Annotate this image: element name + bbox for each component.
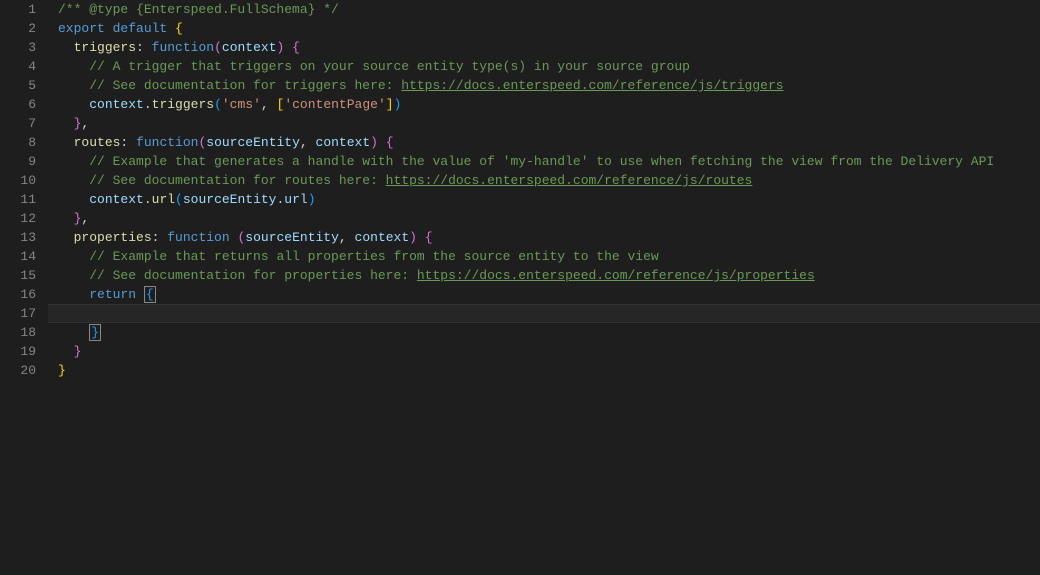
url-property: url <box>284 192 307 207</box>
routes-example-comment: // Example that generates a handle with … <box>89 154 994 169</box>
code-content[interactable]: /** @type {Enterspeed.FullSchema} */ exp… <box>48 0 1040 575</box>
default-keyword: default <box>113 21 168 36</box>
line-number: 19 <box>8 342 36 361</box>
line-number-gutter: 1 2 3 4 5 6 7 8 9 10 11 12 13 14 15 16 1… <box>0 0 48 575</box>
code-editor[interactable]: 1 2 3 4 5 6 7 8 9 10 11 12 13 14 15 16 1… <box>0 0 1040 575</box>
code-line-3[interactable]: triggers: function(context) { <box>48 38 1040 57</box>
code-line-10[interactable]: // See documentation for routes here: ht… <box>48 171 1040 190</box>
code-line-4[interactable]: // A trigger that triggers on your sourc… <box>48 57 1040 76</box>
url-method: url <box>152 192 175 207</box>
code-line-6[interactable]: context.triggers('cms', ['contentPage']) <box>48 95 1040 114</box>
code-line-12[interactable]: }, <box>48 209 1040 228</box>
line-number: 4 <box>8 57 36 76</box>
function-keyword: function <box>167 230 229 245</box>
context-param: context <box>222 40 277 55</box>
line-number: 3 <box>8 38 36 57</box>
jsdoc-comment: /** @type {Enterspeed.FullSchema} */ <box>58 2 339 17</box>
triggers-property: triggers <box>74 40 136 55</box>
line-number: 1 <box>8 0 36 19</box>
trigger-comment: // A trigger that triggers on your sourc… <box>89 59 690 74</box>
properties-example-comment: // Example that returns all properties f… <box>89 249 659 264</box>
properties-doc-link[interactable]: https://docs.enterspeed.com/reference/js… <box>417 268 815 283</box>
sourceentity-var: sourceEntity <box>183 192 277 207</box>
line-number: 14 <box>8 247 36 266</box>
code-line-18[interactable]: } <box>48 323 1040 342</box>
contentpage-string: 'contentPage' <box>284 97 385 112</box>
line-number: 9 <box>8 152 36 171</box>
export-keyword: export <box>58 21 105 36</box>
line-number: 8 <box>8 133 36 152</box>
line-number: 17 <box>8 304 36 323</box>
code-line-16[interactable]: return { <box>48 285 1040 304</box>
brace-open-match: { <box>144 286 156 303</box>
properties-doc-comment: // See documentation for properties here… <box>89 268 815 283</box>
code-line-13[interactable]: properties: function (sourceEntity, cont… <box>48 228 1040 247</box>
function-keyword: function <box>136 135 198 150</box>
code-line-2[interactable]: export default { <box>48 19 1040 38</box>
line-number: 18 <box>8 323 36 342</box>
code-line-9[interactable]: // Example that generates a handle with … <box>48 152 1040 171</box>
line-number: 10 <box>8 171 36 190</box>
code-line-1[interactable]: /** @type {Enterspeed.FullSchema} */ <box>48 0 1040 19</box>
code-line-11[interactable]: context.url(sourceEntity.url) <box>48 190 1040 209</box>
code-line-15[interactable]: // See documentation for properties here… <box>48 266 1040 285</box>
return-keyword: return <box>89 287 136 302</box>
code-line-19[interactable]: } <box>48 342 1040 361</box>
sourceentity-param: sourceEntity <box>245 230 339 245</box>
sourceentity-param: sourceEntity <box>206 135 300 150</box>
code-line-17-active[interactable] <box>48 304 1040 323</box>
code-line-5[interactable]: // See documentation for triggers here: … <box>48 76 1040 95</box>
context-param: context <box>355 230 410 245</box>
line-number: 11 <box>8 190 36 209</box>
line-number: 20 <box>8 361 36 380</box>
code-line-14[interactable]: // Example that returns all properties f… <box>48 247 1040 266</box>
trigger-doc-comment: // See documentation for triggers here: … <box>89 78 783 93</box>
line-number: 15 <box>8 266 36 285</box>
triggers-method: triggers <box>152 97 214 112</box>
routes-property: routes <box>74 135 121 150</box>
line-number: 13 <box>8 228 36 247</box>
context-var: context <box>89 97 144 112</box>
triggers-doc-link[interactable]: https://docs.enterspeed.com/reference/js… <box>401 78 783 93</box>
code-line-8[interactable]: routes: function(sourceEntity, context) … <box>48 133 1040 152</box>
line-number: 6 <box>8 95 36 114</box>
context-param: context <box>316 135 371 150</box>
properties-property: properties <box>74 230 152 245</box>
line-number: 12 <box>8 209 36 228</box>
routes-doc-comment: // See documentation for routes here: ht… <box>89 173 752 188</box>
function-keyword: function <box>152 40 214 55</box>
routes-doc-link[interactable]: https://docs.enterspeed.com/reference/js… <box>386 173 753 188</box>
context-var: context <box>89 192 144 207</box>
line-number: 7 <box>8 114 36 133</box>
line-number: 2 <box>8 19 36 38</box>
code-line-7[interactable]: }, <box>48 114 1040 133</box>
line-number: 5 <box>8 76 36 95</box>
brace-close-match: } <box>89 324 101 341</box>
line-number: 16 <box>8 285 36 304</box>
code-line-20[interactable]: } <box>48 361 1040 380</box>
cms-string: 'cms' <box>222 97 261 112</box>
